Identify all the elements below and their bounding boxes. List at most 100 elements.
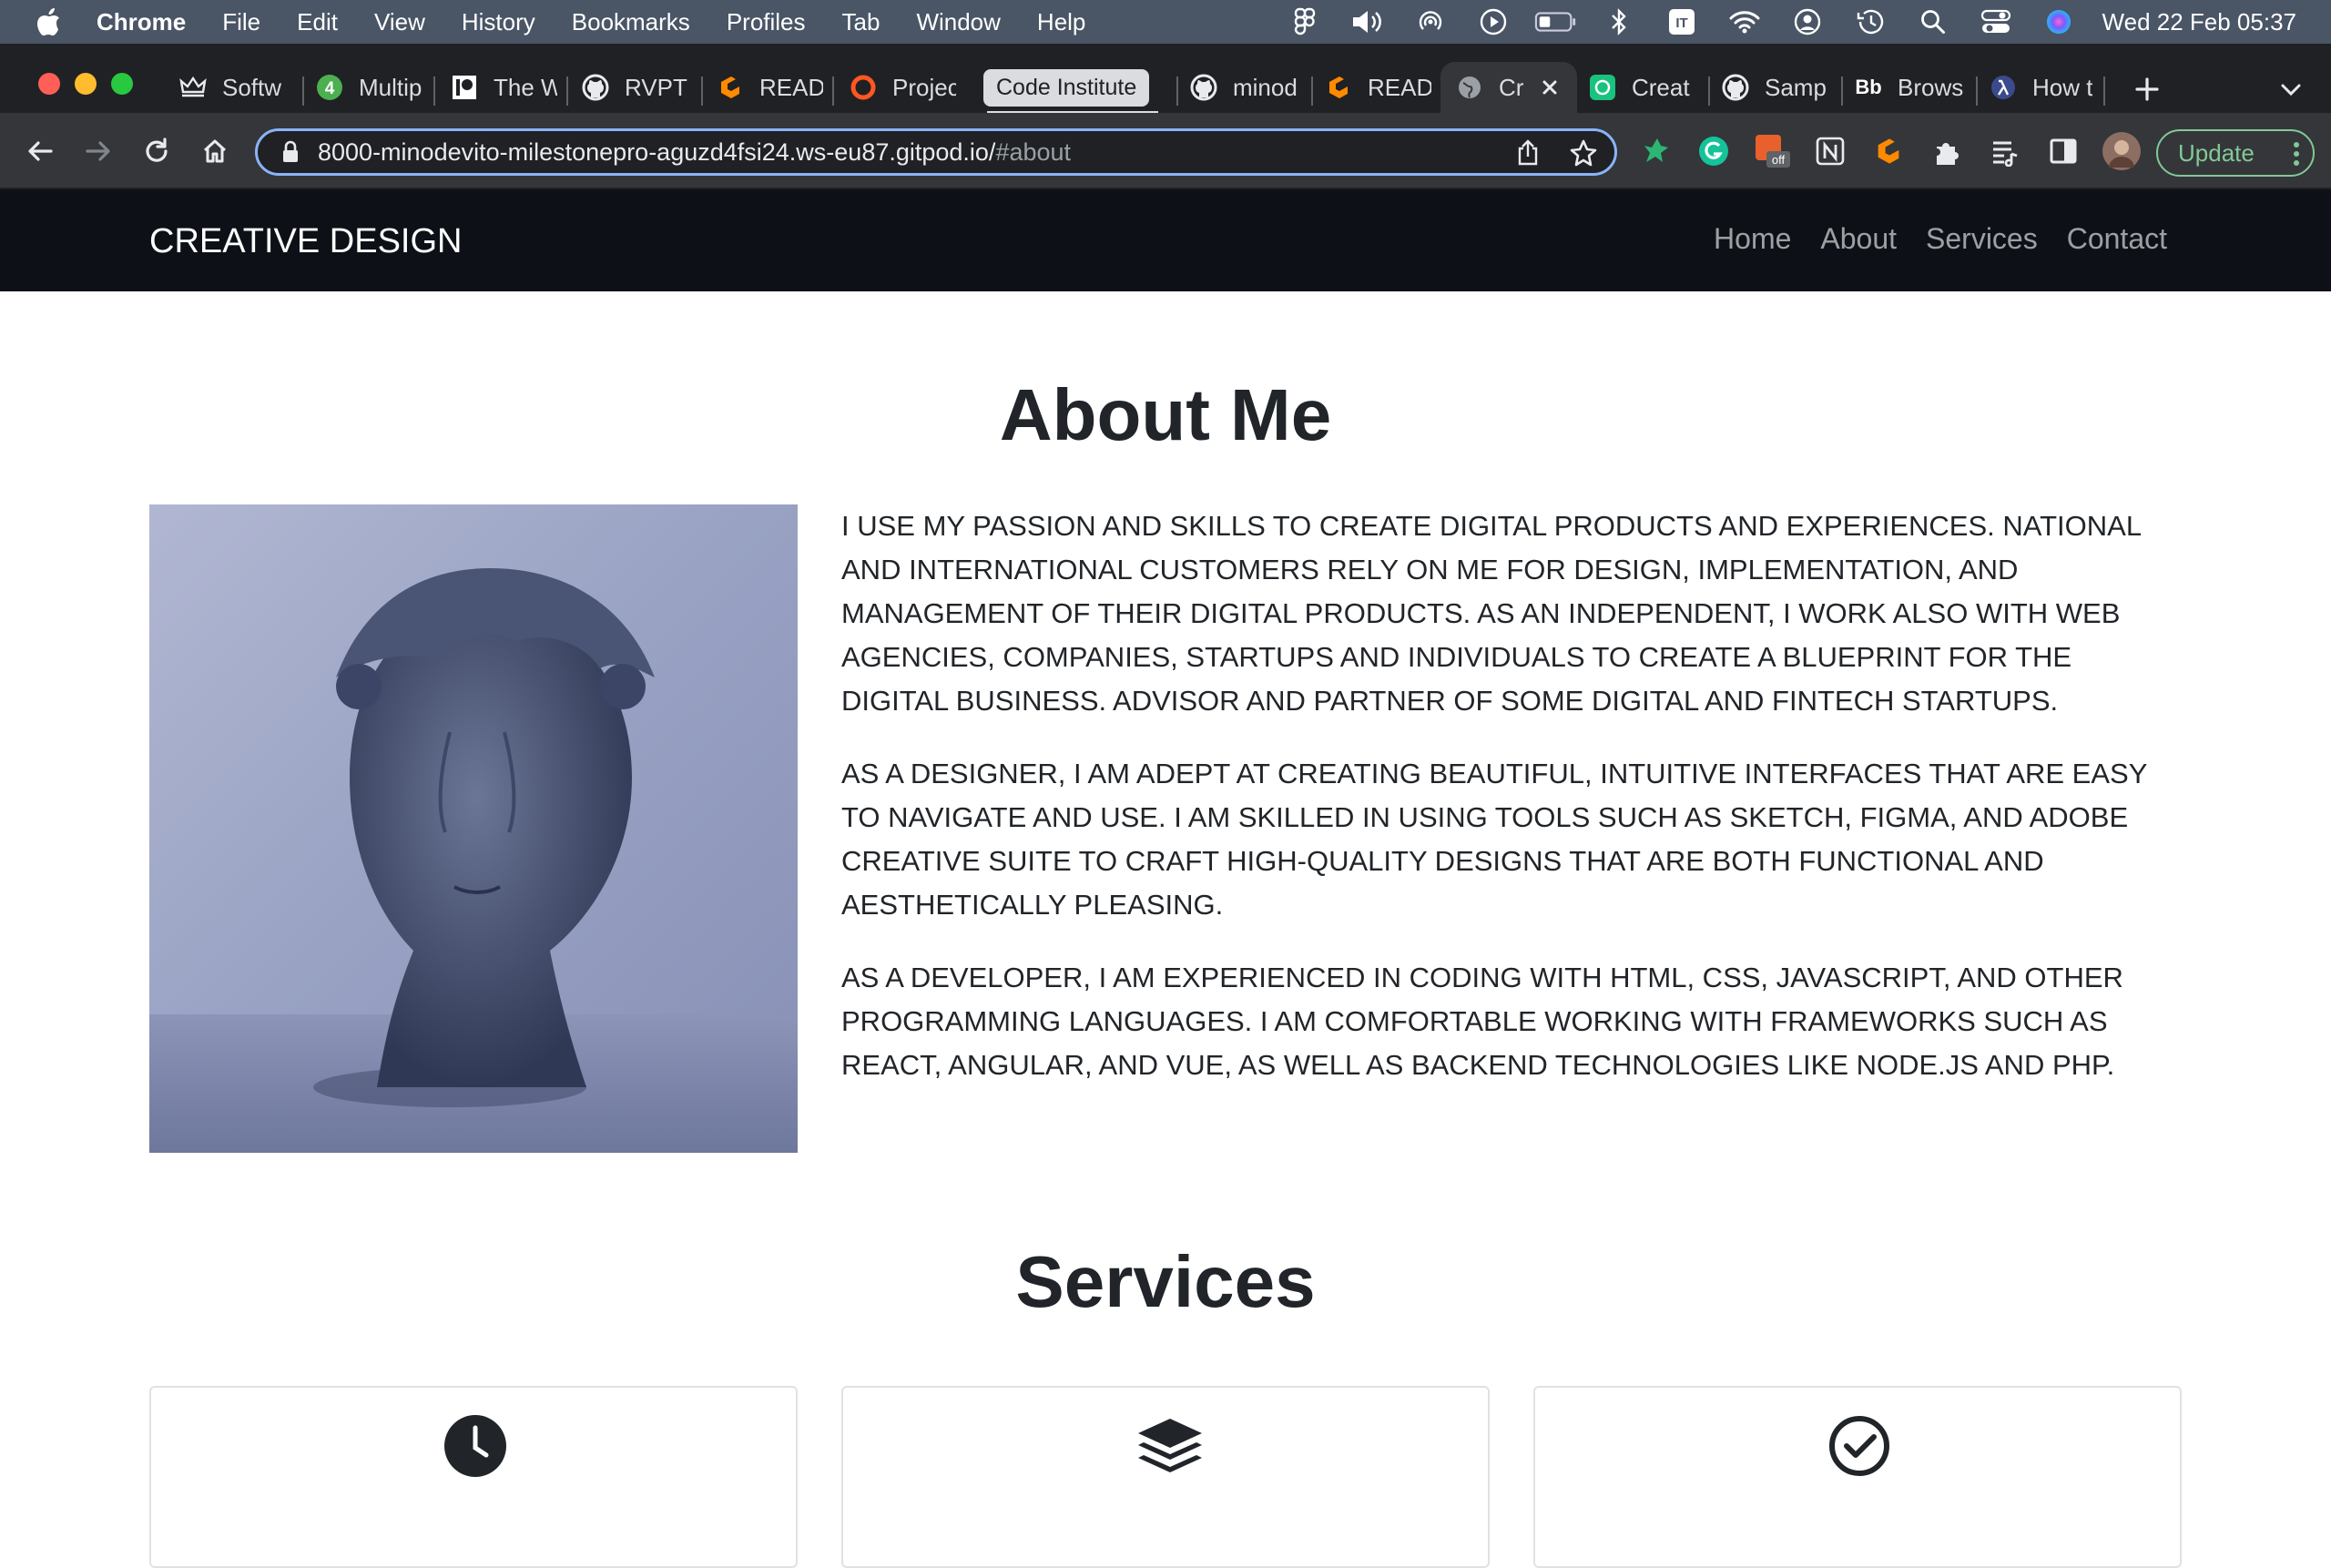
- tab-multip[interactable]: 4 Multip: [315, 62, 424, 113]
- tab-separator: [302, 76, 304, 106]
- battery-icon[interactable]: [1534, 0, 1578, 44]
- tab-separator: [433, 76, 435, 106]
- tab-rvpt[interactable]: RVPT: [581, 62, 692, 113]
- airdrop-icon[interactable]: [1409, 0, 1452, 44]
- tab-separator: [1176, 76, 1178, 106]
- share-icon[interactable]: [1514, 139, 1542, 167]
- crown-icon: [178, 73, 208, 102]
- lambda-icon: [1989, 73, 2018, 102]
- site-brand[interactable]: CREATIVE DESIGN: [149, 222, 462, 261]
- menu-file[interactable]: File: [222, 8, 260, 36]
- bb-icon: Bb: [1855, 76, 1882, 98]
- extensions-puzzle-icon[interactable]: [1929, 133, 1965, 169]
- notion-icon[interactable]: [1812, 133, 1848, 169]
- service-card-1: [149, 1386, 798, 1568]
- window-zoom-button[interactable]: [111, 73, 133, 95]
- tab-separator: [1976, 76, 1978, 106]
- gitpod-extension-icon[interactable]: [1870, 133, 1907, 169]
- bookmark-star-icon[interactable]: [1569, 138, 1598, 168]
- tab-read-1[interactable]: READ: [716, 62, 823, 113]
- svg-text:off: off: [1772, 153, 1786, 167]
- tab-read-2[interactable]: READ: [1324, 62, 1431, 113]
- home-icon[interactable]: [195, 131, 235, 171]
- about-photo-statue: [149, 504, 798, 1153]
- tab-how-t[interactable]: How t: [1989, 62, 2094, 113]
- new-tab-plus-icon[interactable]: [2129, 71, 2165, 107]
- menubar-clock[interactable]: Wed 22 Feb 05:37: [2102, 8, 2296, 36]
- reload-icon[interactable]: [137, 131, 177, 171]
- tab-separator: [566, 76, 568, 106]
- figma-icon[interactable]: [1283, 0, 1327, 44]
- tab-search-chevron-icon[interactable]: [2273, 71, 2309, 107]
- bluetooth-icon[interactable]: [1597, 0, 1641, 44]
- menu-tab[interactable]: Tab: [842, 8, 880, 36]
- tab-creat[interactable]: Creat: [1588, 62, 1699, 113]
- tab-projec[interactable]: Projec: [849, 62, 956, 113]
- time-machine-icon[interactable]: [1848, 0, 1892, 44]
- about-text: I USE MY PASSION AND SKILLS TO CREATE DI…: [841, 504, 2182, 1116]
- nav-link-home[interactable]: Home: [1714, 222, 1791, 256]
- more-vertical-icon[interactable]: [2293, 140, 2300, 168]
- tab-softw[interactable]: Softw: [178, 62, 291, 113]
- gitpod-icon: [1324, 73, 1353, 102]
- lock-icon[interactable]: [278, 139, 303, 165]
- volume-icon[interactable]: [1346, 0, 1389, 44]
- github-icon: [581, 73, 610, 102]
- services-heading: Services: [1015, 1241, 1316, 1322]
- siri-icon[interactable]: [2037, 0, 2081, 44]
- ring-icon: [849, 73, 878, 102]
- apple-logo-icon[interactable]: [35, 7, 62, 36]
- window-minimize-button[interactable]: [75, 73, 97, 95]
- nav-link-about[interactable]: About: [1820, 222, 1897, 256]
- service-card-3: [1533, 1386, 2182, 1568]
- tab-active-cr[interactable]: Cr: [1440, 62, 1577, 113]
- layers-icon: [1136, 1415, 1202, 1477]
- menu-window[interactable]: Window: [916, 8, 1000, 36]
- nav-link-services[interactable]: Services: [1926, 222, 2038, 256]
- side-panel-icon[interactable]: [2045, 133, 2082, 169]
- tab-separator: [1311, 76, 1313, 106]
- tab-separator: [2103, 76, 2105, 106]
- wifi-icon[interactable]: [1723, 0, 1766, 44]
- tab-minod[interactable]: minod: [1189, 62, 1302, 113]
- off-extension-icon[interactable]: off: [1754, 133, 1790, 169]
- menu-edit[interactable]: Edit: [297, 8, 338, 36]
- window-close-button[interactable]: [38, 73, 60, 95]
- menu-bookmarks[interactable]: Bookmarks: [572, 8, 690, 36]
- update-button[interactable]: Update: [2156, 129, 2315, 177]
- menu-view[interactable]: View: [374, 8, 425, 36]
- menu-profiles[interactable]: Profiles: [727, 8, 806, 36]
- globe-icon: [1455, 73, 1484, 102]
- tab-the-w[interactable]: The W: [450, 62, 557, 113]
- profile-avatar[interactable]: [2102, 131, 2142, 171]
- menu-history[interactable]: History: [462, 8, 535, 36]
- nav-link-contact[interactable]: Contact: [2067, 222, 2167, 256]
- about-paragraph-1: I USE MY PASSION AND SKILLS TO CREATE DI…: [841, 510, 2141, 717]
- chatgpt-icon: [1588, 73, 1617, 102]
- user-account-icon[interactable]: [1786, 0, 1829, 44]
- grammarly-icon[interactable]: [1695, 133, 1732, 169]
- spotlight-search-icon[interactable]: [1911, 0, 1955, 44]
- input-source-icon[interactable]: IT: [1660, 0, 1704, 44]
- forward-arrow-icon[interactable]: [78, 131, 118, 171]
- address-bar-url[interactable]: 8000-minodevito-milestonepro-aguzd4fsi24…: [318, 138, 1071, 167]
- address-bar[interactable]: 8000-minodevito-milestonepro-aguzd4fsi24…: [255, 128, 1617, 176]
- dinosaur-extension-icon[interactable]: [1637, 133, 1674, 169]
- menu-help[interactable]: Help: [1037, 8, 1085, 36]
- play-icon[interactable]: [1471, 0, 1515, 44]
- tab-samp[interactable]: Samp: [1721, 62, 1832, 113]
- tab-group-code-institute[interactable]: Code Institute: [983, 62, 1166, 113]
- check-circle-icon: [1828, 1415, 1890, 1477]
- reading-list-icon[interactable]: [1987, 133, 2023, 169]
- about-heading: About Me: [999, 374, 1332, 455]
- clock-icon: [444, 1415, 506, 1477]
- tab-separator: [1708, 76, 1710, 106]
- menu-app-chrome[interactable]: Chrome: [97, 8, 186, 36]
- back-arrow-icon[interactable]: [20, 131, 60, 171]
- control-center-icon[interactable]: [1974, 0, 2018, 44]
- gitpod-icon: [716, 73, 745, 102]
- close-tab-icon[interactable]: [1537, 75, 1562, 100]
- chrome-tab-strip: Softw 4 Multip The W RVPT READ Projec Co…: [0, 44, 2331, 114]
- github-icon: [1189, 73, 1218, 102]
- tab-brows[interactable]: Bb Brows: [1854, 62, 1967, 113]
